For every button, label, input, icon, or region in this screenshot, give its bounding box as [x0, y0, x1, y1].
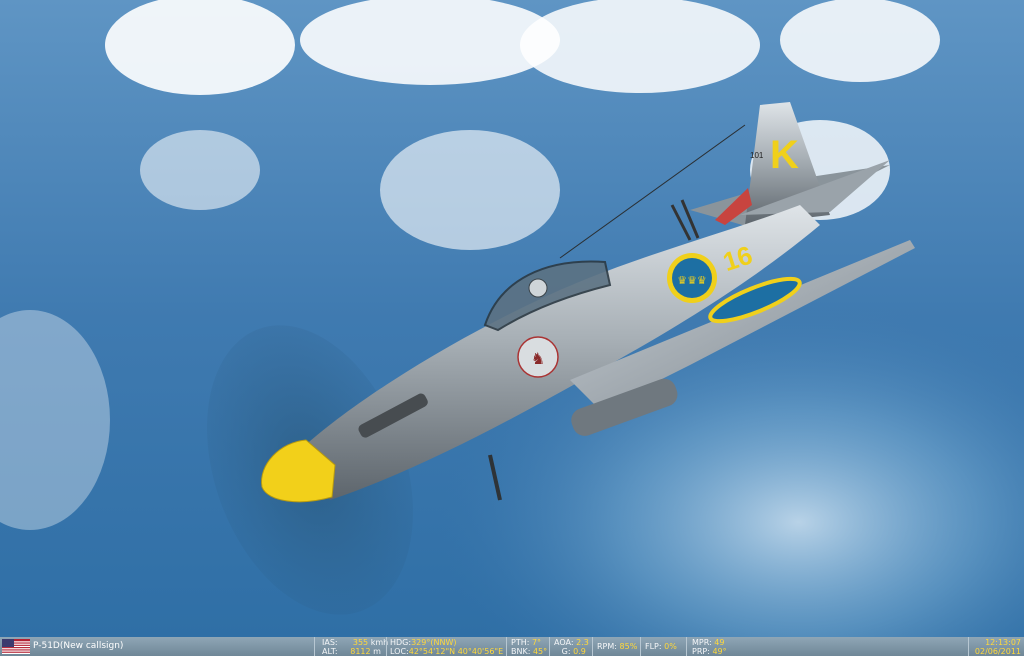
alt-value: 8112	[350, 647, 371, 656]
tail-letter: K	[770, 133, 799, 177]
separator	[686, 637, 687, 656]
aoa-value: 2.3	[576, 638, 589, 647]
svg-text:♛♛♛: ♛♛♛	[677, 274, 707, 287]
status-bar: P-51D(New callsign) IAS: 355 kmh ALT: 81…	[0, 637, 1024, 656]
separator	[592, 637, 593, 656]
svg-text:♞: ♞	[531, 349, 545, 368]
pth-value: 7°	[531, 638, 542, 647]
g-label: G:	[561, 647, 571, 656]
flight-scene: ♛♛♛ ♞ 16 K 101	[0, 0, 1024, 637]
unit-emblem: ♞	[517, 336, 559, 378]
alt-label: ALT:	[322, 647, 338, 656]
rpm-value: 85%	[619, 642, 638, 651]
loc-label: LOC:	[390, 647, 409, 656]
mpr-value: 49	[714, 638, 725, 647]
g-value: 0.9	[573, 647, 586, 656]
separator	[386, 637, 387, 656]
flp-readout: FLP: 0%	[645, 642, 677, 651]
pth-label: PTH:	[511, 638, 530, 647]
aoa-label: AOA:	[554, 638, 574, 647]
prp-value: 49°	[712, 647, 727, 656]
aoa-g-readout: AOA: 2.3 G: 0.9	[554, 638, 589, 656]
pilot-head	[528, 278, 548, 298]
hdg-loc-readout: HDG:329°(NNW) LOC:42°54'12"N 40°40'56"E	[390, 638, 503, 656]
date-value: 02/06/2011	[974, 647, 1021, 656]
ias-label: IAS:	[322, 638, 338, 647]
flp-label: FLP:	[645, 642, 662, 651]
separator	[506, 637, 507, 656]
alt-unit: m	[373, 647, 381, 656]
loc-value: 42°54'12"N 40°40'56"E	[408, 647, 504, 656]
callsign: P-51D(New callsign)	[33, 641, 124, 651]
ias-alt-readout: IAS: 355 kmh ALT: 8112 m	[322, 638, 388, 656]
bnk-value: 45°	[532, 647, 548, 656]
fuselage-roundel: ♛♛♛	[667, 253, 717, 303]
rpm-label: RPM:	[597, 642, 617, 651]
datetime-readout: 12:13:07 02/06/2011	[975, 638, 1021, 656]
separator	[640, 637, 641, 656]
rpm-readout: RPM: 85%	[597, 642, 637, 651]
separator	[314, 637, 315, 656]
us-flag-icon	[2, 639, 30, 654]
separator	[549, 637, 550, 656]
hdg-label: HDG:	[390, 638, 412, 647]
separator	[968, 637, 969, 656]
bnk-label: BNK:	[511, 647, 531, 656]
mpr-prp-readout: MPR: 49 PRP: 49°	[692, 638, 727, 656]
tail-serial: 101	[750, 151, 764, 160]
time-value: 12:13:07	[985, 638, 1021, 647]
hdg-value: 329°(NNW)	[411, 638, 457, 647]
flp-value: 0%	[664, 642, 677, 651]
mpr-label: MPR:	[692, 638, 712, 647]
pth-bnk-readout: PTH: 7° BNK: 45°	[511, 638, 547, 656]
ias-value: 355	[352, 638, 369, 647]
prp-label: PRP:	[692, 647, 710, 656]
